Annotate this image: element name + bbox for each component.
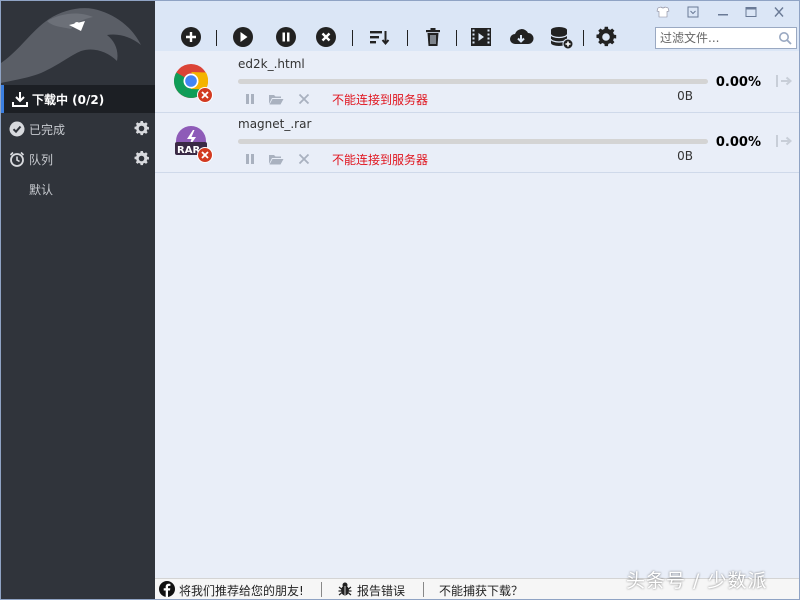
eagle-logo: [1, 1, 155, 83]
status-separator: [321, 582, 322, 597]
toolbar-separator: [456, 30, 457, 46]
download-row[interactable]: RAR magnet_.rar 不能连接到服务器 0B 0.00%: [155, 113, 799, 173]
gear-icon[interactable]: [132, 149, 151, 168]
check-circle-icon: [9, 121, 25, 137]
cancel-icon[interactable]: [296, 91, 312, 107]
cloud-download-icon[interactable]: [508, 24, 534, 50]
progress-percent: 0.00%: [715, 135, 761, 150]
progress-bar: [238, 79, 708, 84]
start-button[interactable]: [230, 24, 256, 50]
error-status: 不能连接到服务器: [332, 153, 429, 167]
gear-icon[interactable]: [132, 119, 151, 138]
sort-button[interactable]: [366, 24, 392, 50]
sidebar-item-label: 下载中 (0/2): [32, 93, 105, 107]
sidebar-item-queue[interactable]: 队列: [1, 145, 155, 173]
sidebar-item-default[interactable]: 默认: [1, 175, 155, 203]
svg-text:RAR: RAR: [177, 145, 200, 156]
minimize-button[interactable]: [711, 3, 733, 19]
video-icon[interactable]: [468, 24, 494, 50]
facebook-icon[interactable]: [159, 581, 175, 600]
rar-icon: RAR: [173, 123, 213, 163]
database-add-icon[interactable]: [548, 24, 574, 50]
download-row[interactable]: ed2k_.html 不能连接到服务器 0B 0.00%: [155, 53, 799, 113]
progress-bar: [238, 139, 708, 144]
download-list: ed2k_.html 不能连接到服务器 0B 0.00% RAR magnet_…: [155, 53, 799, 577]
toolbar-separator: [583, 30, 584, 46]
bug-icon[interactable]: [337, 581, 353, 600]
report-bug-link[interactable]: 报告错误: [357, 582, 405, 599]
toolbar-separator: [352, 30, 353, 46]
watermark: 头条号 / 少数派: [626, 570, 768, 592]
file-size: 0B: [677, 89, 693, 103]
chrome-icon: [173, 63, 213, 103]
pause-icon[interactable]: [242, 151, 258, 167]
filter-box: [655, 27, 797, 49]
sidebar-item-completed[interactable]: 已完成: [1, 115, 155, 143]
folder-open-icon[interactable]: [268, 91, 284, 107]
file-size: 0B: [677, 149, 693, 163]
settings-gear-icon[interactable]: [593, 24, 619, 50]
delete-button[interactable]: [420, 24, 446, 50]
toolbar-separator: [216, 30, 217, 46]
maximize-button[interactable]: [739, 3, 761, 19]
pause-button[interactable]: [273, 24, 299, 50]
toolbar-separator: [407, 30, 408, 46]
sidebar-item-downloading[interactable]: 下载中 (0/2): [1, 85, 155, 113]
sidebar-item-label: 队列: [29, 153, 54, 167]
cancel-icon[interactable]: [296, 151, 312, 167]
sidebar-item-label: 默认: [29, 183, 54, 197]
share-link[interactable]: 将我们推荐给您的朋友!: [179, 582, 304, 599]
folder-open-icon[interactable]: [268, 151, 284, 167]
search-icon[interactable]: [778, 31, 792, 45]
app-window: 下载中 (0/2) 已完成 队列 默认 过滤文件... ed2k_.html 不…: [0, 0, 800, 600]
stop-button[interactable]: [313, 24, 339, 50]
open-external-icon[interactable]: [775, 73, 795, 89]
close-button[interactable]: [767, 3, 789, 19]
mini-mode-button[interactable]: [681, 3, 703, 19]
cannot-capture-link[interactable]: 不能捕获下载？: [439, 582, 523, 599]
status-separator: [423, 582, 424, 597]
error-status: 不能连接到服务器: [332, 93, 429, 107]
sidebar: 下载中 (0/2) 已完成 队列 默认: [1, 1, 155, 599]
download-icon: [12, 91, 28, 107]
open-external-icon[interactable]: [775, 133, 795, 149]
progress-percent: 0.00%: [715, 75, 761, 90]
skin-button[interactable]: [651, 3, 673, 19]
file-name: magnet_.rar: [238, 117, 312, 131]
sidebar-item-label: 已完成: [29, 123, 66, 137]
add-download-button[interactable]: [178, 24, 204, 50]
pause-icon[interactable]: [242, 91, 258, 107]
file-name: ed2k_.html: [238, 57, 305, 71]
alarm-clock-icon: [9, 151, 25, 167]
filter-input[interactable]: [656, 28, 776, 48]
